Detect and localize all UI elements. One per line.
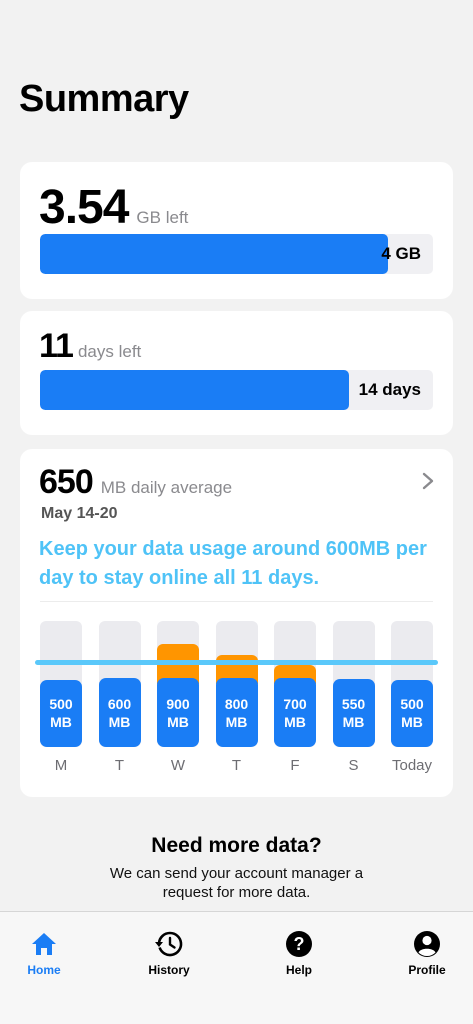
usage-column: 550 MB S	[332, 621, 375, 774]
daily-usage-chart: 500 MB M 600 MB T 900 MB W 800 MB T 700 MB F 550 MB S 500 M…	[20, 621, 453, 781]
profile-icon	[414, 931, 440, 957]
usage-day-label: S	[348, 757, 359, 774]
days-remaining-row: 11 days left	[39, 327, 141, 366]
home-icon	[32, 933, 56, 955]
usage-bar-unit: MB	[401, 714, 423, 731]
days-progress-bar: 14 days	[40, 370, 433, 410]
usage-day-label: F	[290, 757, 300, 774]
usage-bar: 500 MB	[40, 679, 82, 747]
days-progress-fill	[40, 370, 349, 410]
usage-day-label: W	[170, 757, 186, 774]
usage-bar-unit: MB	[167, 713, 189, 730]
daily-average-value: 650	[39, 463, 94, 501]
date-range: May 14-20	[41, 505, 118, 522]
tab-help[interactable]: ? Help	[259, 930, 339, 977]
data-total-label: 4 GB	[381, 244, 421, 263]
usage-column: 800 MB T	[215, 621, 258, 774]
divider	[40, 601, 433, 602]
usage-advice: Keep your data usage around 600MB per da…	[39, 538, 427, 589]
page-title: Summary	[19, 78, 189, 120]
usage-bar-value: 550	[341, 695, 366, 712]
tab-home[interactable]: Home	[4, 930, 84, 977]
help-icon: ?	[286, 931, 312, 957]
usage-bar-value: 700	[283, 695, 307, 712]
data-remaining-unit: GB left	[136, 208, 189, 227]
tab-label-history: History	[148, 963, 190, 977]
usage-bar: 800 MB	[215, 678, 258, 747]
days-total-label: 14 days	[358, 380, 421, 399]
usage-day-label: M	[54, 757, 68, 774]
usage-bar: 550 MB	[332, 678, 375, 747]
target-usage-line	[35, 660, 438, 665]
data-remaining-card[interactable]: 3.54 GB left 4 GB	[20, 162, 453, 299]
more-data-text: We can send your account manager a reque…	[109, 865, 364, 901]
svg-text:?: ?	[294, 934, 305, 954]
tab-label-help: Help	[285, 963, 312, 977]
more-data-title: Need more data?	[151, 834, 322, 857]
usage-bar-unit: MB	[225, 713, 248, 730]
usage-bar: 900 MB	[157, 678, 199, 747]
tab-label-home: Home	[27, 963, 61, 977]
usage-column: 500 MB M	[40, 621, 82, 774]
daily-usage-card[interactable]: 650 MB daily average May 14-20 Keep your…	[20, 449, 453, 797]
summary-screen: Summary 3.54 GB left 4 GB 11 days left 1…	[0, 0, 473, 1024]
usage-bar: 600 MB	[98, 678, 141, 747]
usage-bar-value: 500	[49, 696, 73, 713]
usage-bar-unit: MB	[342, 713, 365, 730]
data-progress-bar: 4 GB	[40, 234, 433, 274]
tab-bar: Home History ? Help Profile	[0, 911, 473, 1024]
history-icon	[155, 931, 183, 957]
usage-bar: 500 MB	[391, 679, 433, 747]
tab-profile[interactable]: Profile	[387, 930, 467, 977]
usage-column: 500 MB Today	[391, 621, 433, 774]
usage-day-label: Today	[391, 757, 433, 774]
days-remaining-value: 11	[39, 327, 74, 365]
usage-day-label: T	[231, 757, 242, 774]
daily-average-unit: MB daily average	[100, 478, 233, 497]
usage-bar-unit: MB	[284, 713, 306, 730]
usage-bar-unit: MB	[108, 713, 131, 730]
usage-column: 900 MB W	[157, 621, 199, 774]
data-progress-fill	[40, 234, 388, 274]
daily-average-row: 650 MB daily average	[39, 463, 232, 502]
usage-bar: 700 MB	[274, 678, 316, 747]
usage-bar-value: 900	[166, 695, 190, 712]
data-remaining-value: 3.54	[39, 181, 129, 234]
usage-column: 600 MB T	[98, 621, 141, 774]
chevron-right-icon[interactable]	[421, 471, 435, 491]
days-remaining-unit: days left	[77, 342, 142, 361]
data-remaining-row: 3.54 GB left	[39, 180, 188, 235]
usage-bar-value: 800	[224, 695, 249, 712]
usage-bar-value: 500	[400, 696, 424, 713]
usage-column: 700 MB F	[274, 621, 316, 774]
tab-history[interactable]: History	[129, 930, 209, 977]
tab-label-profile: Profile	[408, 963, 446, 977]
usage-bar-value: 600	[107, 695, 132, 712]
usage-day-label: T	[114, 757, 125, 774]
usage-bar-unit: MB	[50, 714, 72, 731]
days-remaining-card[interactable]: 11 days left 14 days	[20, 311, 453, 435]
